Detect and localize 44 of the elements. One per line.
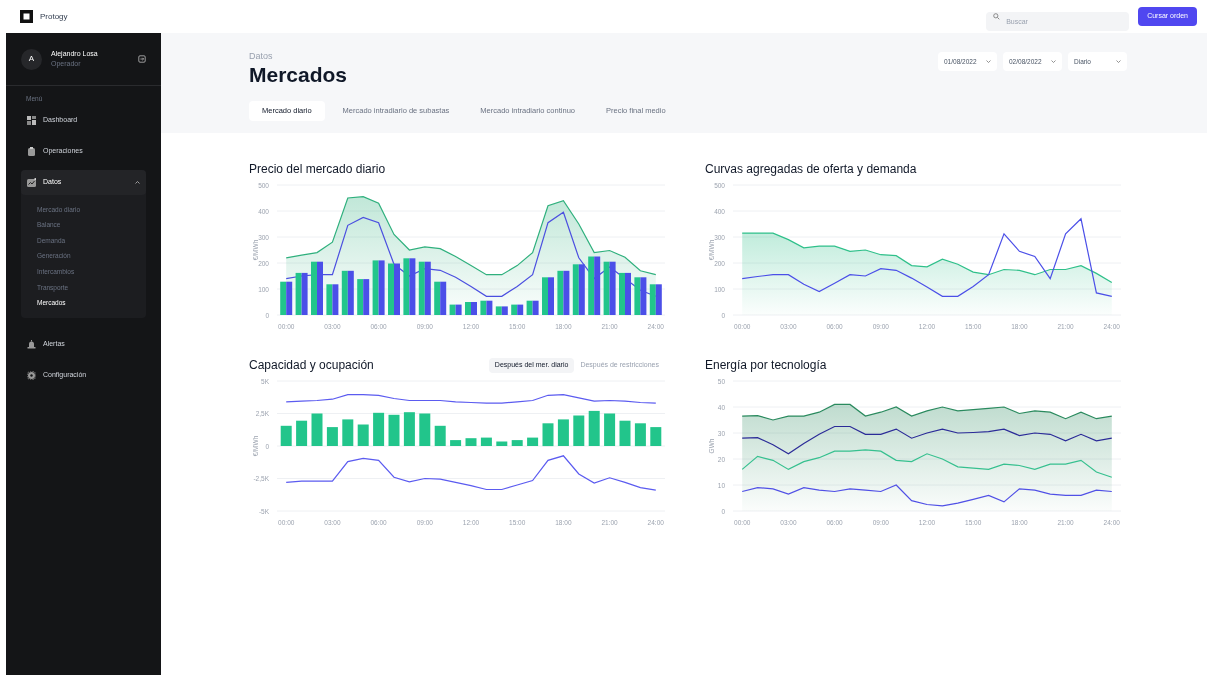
brand-name: Protogy [40,10,68,23]
grid-icon [27,115,36,125]
bar [511,440,523,446]
bar [573,415,585,446]
logout-icon[interactable] [138,55,146,63]
bar [342,419,354,446]
clipboard-icon [27,146,36,156]
bar [619,420,631,446]
bar [388,414,400,446]
bar [527,437,539,446]
bar [296,420,308,446]
chart-title: Curvas agregadas de oferta y demanda [705,161,918,178]
breadcrumb: Datos [249,51,274,62]
chart-title: Capacidad y ocupación [249,357,375,374]
bar [496,441,508,446]
chevron-icon [986,60,991,63]
chevron-icon [1051,60,1056,63]
bar [311,413,323,446]
chart-title: Precio del mercado diario [249,161,387,178]
bell-icon [27,339,36,349]
bar [634,423,646,447]
avatar: A [21,48,42,70]
bar [557,419,569,446]
bar [542,423,554,447]
search-icon [993,13,1001,20]
bar [650,427,662,446]
bar [480,437,492,446]
gear-icon [27,370,36,380]
bar [357,424,369,446]
logo-icon [20,10,33,23]
bar [326,427,338,446]
chevron-icon [1116,60,1121,63]
bar [450,440,462,446]
bar [419,413,431,446]
bar [403,412,415,446]
bar [373,412,385,446]
page-title: Mercados [249,62,349,87]
chart-icon [27,177,36,187]
bar [465,438,477,446]
bar [588,410,600,446]
chart-title: Energía por tecnología [705,357,828,374]
bar [604,413,616,446]
bar [280,425,292,446]
bar [434,425,446,446]
